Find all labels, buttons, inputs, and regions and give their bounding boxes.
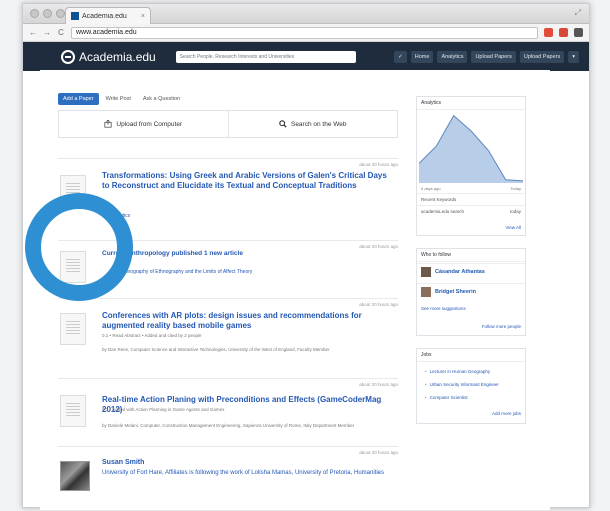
- paper-thumbnail[interactable]: [60, 175, 86, 207]
- tab-add-paper[interactable]: Add a Paper: [58, 93, 99, 105]
- upload-label: Upload from Computer: [116, 120, 183, 128]
- reload-icon[interactable]: C: [57, 28, 65, 37]
- upload-icon: [104, 120, 112, 128]
- address-text: www.academia.edu: [76, 29, 137, 36]
- panel-title: Who to follow: [417, 249, 525, 262]
- window-controls: [30, 9, 65, 18]
- person-update: about 20 hours ago Susan Smith Universit…: [58, 446, 398, 511]
- magnifier-icon: [279, 120, 287, 128]
- search-input[interactable]: Search People, Research Interests and Un…: [175, 50, 356, 63]
- back-icon[interactable]: ←: [29, 28, 37, 37]
- jobs-panel: Jobs Lecturer in Human Geography Urban S…: [416, 348, 526, 424]
- nav-upload-papers-2[interactable]: Upload Papers: [519, 50, 565, 63]
- extension-icon[interactable]: [544, 28, 553, 37]
- keyword-label: academia.edu search: [421, 209, 465, 214]
- panel-title: Jobs: [417, 349, 525, 362]
- follow-name: Bridget Sheerin: [435, 288, 476, 295]
- feed-authors[interactable]: by Daniele Melani, Computer, Constructio…: [102, 423, 392, 429]
- who-to-follow-panel: Who to follow Cásandar Athantas Bridget …: [416, 248, 526, 336]
- paper-thumbnail[interactable]: [60, 395, 86, 427]
- browser-toolbar: ← → C www.academia.edu: [23, 24, 589, 42]
- follow-suggestion[interactable]: Bridget Sheerin: [417, 283, 525, 299]
- search-on-web-button[interactable]: Search on the Web: [227, 111, 398, 137]
- paper-thumbnail[interactable]: [60, 251, 86, 283]
- recent-keyword-row[interactable]: academia.edu search today: [417, 205, 525, 217]
- chart-start-label: 6 days ago: [421, 186, 441, 191]
- gmail-icon[interactable]: [559, 28, 568, 37]
- logo-text: Academia.edu: [79, 49, 156, 64]
- header-nav: ✓ Home Analytics Upload Papers Upload Pa…: [394, 50, 579, 63]
- feed-time: about 20 hours ago: [359, 162, 398, 167]
- feed-item: about 20 hours ago Transformations: Usin…: [58, 158, 398, 240]
- maximize-window-icon[interactable]: [56, 9, 65, 18]
- tab-close-icon[interactable]: ×: [141, 13, 145, 20]
- nav-upload-papers[interactable]: Upload Papers: [471, 50, 516, 63]
- analytics-area: [419, 115, 523, 183]
- feed-meta: 0.1: [102, 203, 109, 208]
- feed-title[interactable]: Current Anthropology published 1 new art…: [102, 249, 392, 259]
- feed-link[interactable]: The Ethnography of Ethnography and the L…: [110, 269, 252, 275]
- feed-title[interactable]: Transformations: Using Greek and Arabic …: [102, 171, 392, 191]
- close-window-icon[interactable]: [30, 9, 39, 18]
- recent-title: Recent Keywords: [421, 197, 457, 202]
- feed-time: about 20 hours ago: [359, 382, 398, 387]
- search-button[interactable]: ✓: [394, 50, 407, 63]
- job-link[interactable]: Computer Scientist: [425, 395, 468, 400]
- avatar[interactable]: [60, 461, 90, 491]
- job-link[interactable]: Lecturer in Human Geography: [425, 369, 491, 374]
- keyword-value: today: [509, 209, 521, 214]
- search-web-label: Search on the Web: [290, 120, 347, 128]
- title-bar: Academia.edu × ⤢: [23, 4, 589, 24]
- forward-icon[interactable]: →: [43, 28, 51, 37]
- nav-analytics[interactable]: Analytics: [437, 50, 468, 63]
- address-bar[interactable]: www.academia.edu: [71, 26, 538, 39]
- person-name[interactable]: Susan Smith: [102, 459, 144, 466]
- feed-link[interactable]: 0.1 Analytics: [102, 213, 130, 219]
- main-content: Add a Paper Write Post Ask a Question Up…: [40, 70, 550, 510]
- browser-tab[interactable]: Academia.edu ×: [65, 7, 151, 24]
- minimize-window-icon[interactable]: [43, 9, 52, 18]
- academia-logo-icon: [61, 49, 75, 64]
- paper-thumbnail[interactable]: [60, 313, 86, 345]
- add-jobs-link[interactable]: Add more jobs: [492, 411, 521, 416]
- nav-home[interactable]: Home: [410, 50, 434, 63]
- feed-item: about 20 hours ago Conferences with AR p…: [58, 298, 398, 378]
- job-link[interactable]: Urban Security Informant Engineer: [425, 382, 499, 387]
- recent-keywords-header: Recent Keywords: [417, 193, 525, 205]
- follow-name: Cásandar Athantas: [435, 268, 485, 275]
- tab-ask-question[interactable]: Ask a Question: [138, 93, 185, 105]
- share-tabs: Add a Paper Write Post Ask a Question: [58, 92, 398, 106]
- feed-time: about 20 hours ago: [359, 450, 398, 455]
- feed-meta: 0.1 • Added with Action Planning in Game…: [102, 407, 225, 412]
- feed-authors[interactable]: by Dan Rees, Computer Science and Intera…: [102, 347, 392, 353]
- more-menu-icon[interactable]: ▾: [568, 50, 579, 63]
- feed-item: about 20 hours ago Current Anthropology …: [58, 240, 398, 298]
- feed-title[interactable]: Conferences with AR plots: design issues…: [102, 311, 392, 331]
- feed-time: about 20 hours ago: [359, 302, 398, 307]
- site-header: Academia.edu Search People, Research Int…: [23, 42, 589, 71]
- analytics-panel: Analytics 6 days ago Today Recent Keywor…: [416, 96, 526, 236]
- tab-write-post[interactable]: Write Post: [101, 93, 136, 105]
- tab-title: Academia.edu: [82, 12, 127, 20]
- follow-more-link[interactable]: Follow more people: [482, 324, 521, 329]
- analytics-chart[interactable]: [419, 107, 523, 183]
- search-placeholder: Search People, Research Interests and Un…: [179, 53, 295, 60]
- favicon-icon: [71, 12, 79, 20]
- news-feed-column: Add a Paper Write Post Ask a Question Up…: [58, 92, 398, 491]
- fullscreen-icon[interactable]: ⤢: [575, 8, 581, 18]
- upload-from-computer-button[interactable]: Upload from Computer: [59, 111, 228, 137]
- feed-meta: 0.1 • Read Abstract • Added and cited by…: [102, 333, 202, 338]
- avatar: [421, 286, 431, 297]
- follow-suggestion[interactable]: Cásandar Athantas: [417, 263, 525, 279]
- person-desc[interactable]: University of Fort Hare, Affiliates is f…: [102, 469, 387, 478]
- share-actions: Upload from Computer Search on the Web: [58, 110, 398, 138]
- feed-item: about 20 hours ago Real-time Action Plan…: [58, 378, 398, 452]
- menu-icon[interactable]: [574, 28, 583, 37]
- avatar: [421, 266, 431, 277]
- site-logo[interactable]: Academia.edu: [61, 49, 156, 64]
- see-more-link[interactable]: See more suggestions: [421, 306, 466, 311]
- view-all-link[interactable]: View All: [505, 225, 521, 230]
- chart-end-label: Today: [510, 186, 521, 191]
